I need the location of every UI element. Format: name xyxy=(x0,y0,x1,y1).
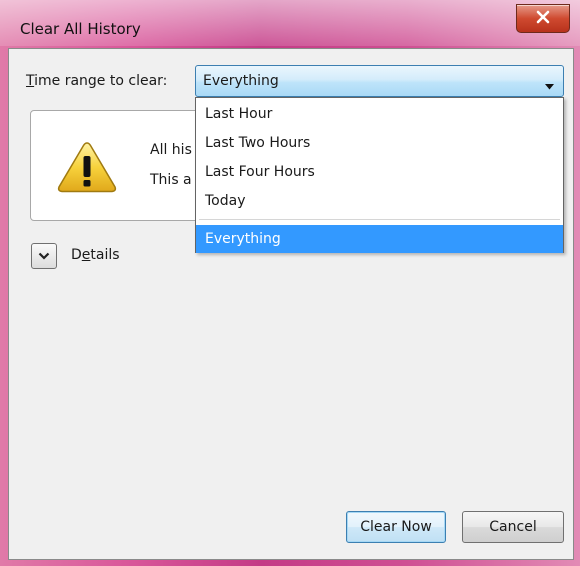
time-range-dropdown-list: Last Hour Last Two Hours Last Four Hours… xyxy=(195,97,564,253)
warning-text-line2: This a xyxy=(150,172,192,188)
option-today[interactable]: Today xyxy=(196,187,563,215)
option-last-hour[interactable]: Last Hour xyxy=(196,100,563,128)
warning-icon xyxy=(56,140,118,198)
chevron-down-icon xyxy=(38,248,50,264)
time-range-selected-value: Everything xyxy=(203,73,279,89)
warning-text-line1: All his xyxy=(150,142,192,158)
option-last-four-hours[interactable]: Last Four Hours xyxy=(196,158,563,186)
details-label[interactable]: Details xyxy=(71,247,120,263)
details-toggle-button[interactable] xyxy=(31,243,57,269)
option-last-two-hours[interactable]: Last Two Hours xyxy=(196,129,563,157)
close-button[interactable] xyxy=(516,4,570,33)
clear-now-button[interactable]: Clear Now xyxy=(346,511,446,543)
dropdown-separator xyxy=(199,219,560,220)
window-title: Clear All History xyxy=(20,20,141,38)
option-everything[interactable]: Everything xyxy=(196,225,563,253)
cancel-button[interactable]: Cancel xyxy=(462,511,564,543)
time-range-label: Time range to clear: xyxy=(26,73,168,89)
dropdown-arrow-icon xyxy=(545,78,554,94)
time-range-select[interactable]: Everything xyxy=(195,65,564,97)
close-icon xyxy=(535,10,551,28)
